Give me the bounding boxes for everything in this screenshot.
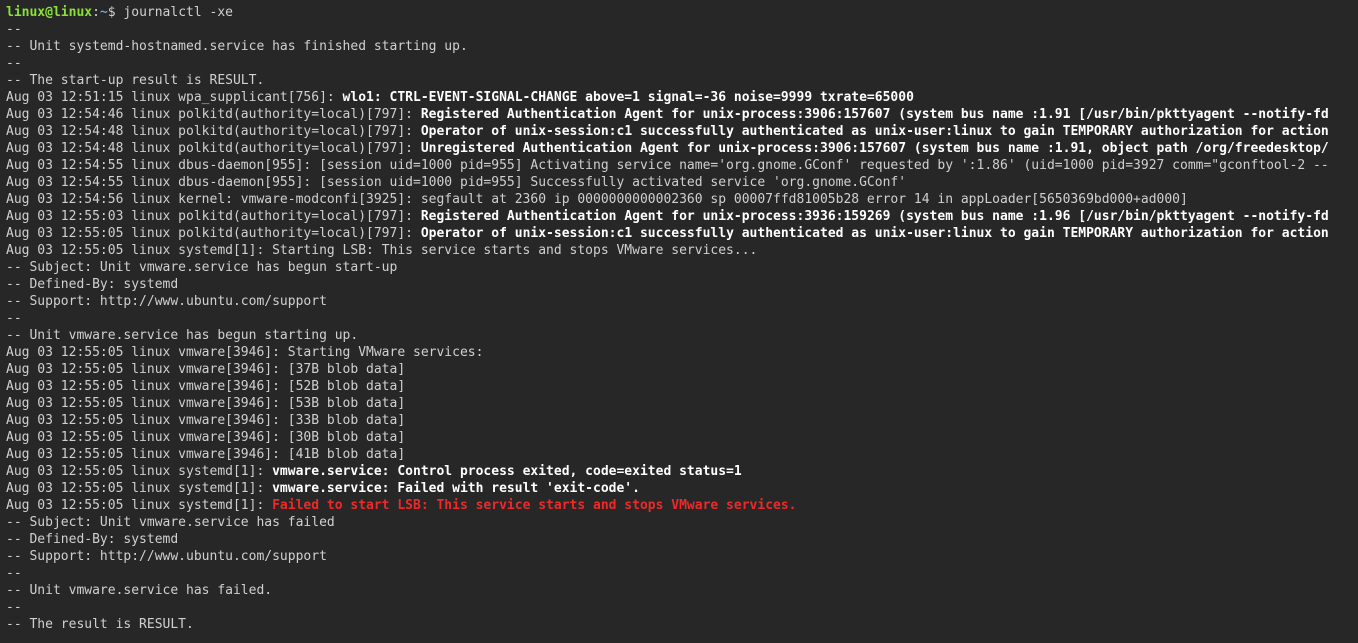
prompt-host: linux	[53, 5, 92, 20]
log-line: Aug 03 12:55:05 linux systemd[1]: vmware…	[6, 480, 1352, 497]
log-line: --	[6, 21, 1352, 38]
log-line: -- Unit vmware.service has failed.	[6, 582, 1352, 599]
log-line: Aug 03 12:55:05 linux vmware[3946]: [30B…	[6, 429, 1352, 446]
log-line: -- Defined-By: systemd	[6, 531, 1352, 548]
log-line: Aug 03 12:54:48 linux polkitd(authority=…	[6, 140, 1352, 157]
log-line: -- Unit vmware.service has begun startin…	[6, 327, 1352, 344]
log-line: Aug 03 12:55:05 linux systemd[1]: Failed…	[6, 497, 1352, 514]
log-line: -- Support: http://www.ubuntu.com/suppor…	[6, 293, 1352, 310]
log-line: Aug 03 12:54:48 linux polkitd(authority=…	[6, 123, 1352, 140]
log-line: -- The result is RESULT.	[6, 616, 1352, 633]
prompt-path: ~	[100, 5, 108, 20]
log-line: Aug 03 12:51:15 linux wpa_supplicant[756…	[6, 89, 1352, 106]
log-line: Aug 03 12:55:05 linux vmware[3946]: [41B…	[6, 446, 1352, 463]
log-line: --	[6, 565, 1352, 582]
prompt-line: linux@linux:~$ journalctl -xe	[6, 4, 1352, 21]
log-line: Aug 03 12:54:55 linux dbus-daemon[955]: …	[6, 157, 1352, 174]
log-line: -- Subject: Unit vmware.service has begu…	[6, 259, 1352, 276]
log-line: Aug 03 12:55:03 linux polkitd(authority=…	[6, 208, 1352, 225]
log-line: -- The start-up result is RESULT.	[6, 72, 1352, 89]
log-line: Aug 03 12:55:05 linux vmware[3946]: Star…	[6, 344, 1352, 361]
prompt-user: linux	[6, 5, 45, 20]
command-input[interactable]: journalctl -xe	[123, 5, 233, 20]
terminal-window[interactable]: linux@linux:~$ journalctl -xe ---- Unit …	[0, 0, 1358, 643]
log-line: -- Unit systemd-hostnamed.service has fi…	[6, 38, 1352, 55]
log-line: Aug 03 12:55:05 linux vmware[3946]: [37B…	[6, 361, 1352, 378]
log-line: -- Support: http://www.ubuntu.com/suppor…	[6, 548, 1352, 565]
log-line: Aug 03 12:55:05 linux vmware[3946]: [33B…	[6, 412, 1352, 429]
log-line: -- Defined-By: systemd	[6, 276, 1352, 293]
log-line: --	[6, 599, 1352, 616]
log-line: --	[6, 55, 1352, 72]
log-line: Aug 03 12:54:55 linux dbus-daemon[955]: …	[6, 174, 1352, 191]
log-output: ---- Unit systemd-hostnamed.service has …	[6, 21, 1352, 633]
log-line: -- Subject: Unit vmware.service has fail…	[6, 514, 1352, 531]
log-line: Aug 03 12:55:05 linux vmware[3946]: [52B…	[6, 378, 1352, 395]
log-line: Aug 03 12:55:05 linux systemd[1]: vmware…	[6, 463, 1352, 480]
log-line: Aug 03 12:55:05 linux systemd[1]: Starti…	[6, 242, 1352, 259]
log-line: Aug 03 12:54:46 linux polkitd(authority=…	[6, 106, 1352, 123]
log-line: --	[6, 310, 1352, 327]
log-line: Aug 03 12:55:05 linux polkitd(authority=…	[6, 225, 1352, 242]
log-line: Aug 03 12:54:56 linux kernel: vmware-mod…	[6, 191, 1352, 208]
log-line: Aug 03 12:55:05 linux vmware[3946]: [53B…	[6, 395, 1352, 412]
